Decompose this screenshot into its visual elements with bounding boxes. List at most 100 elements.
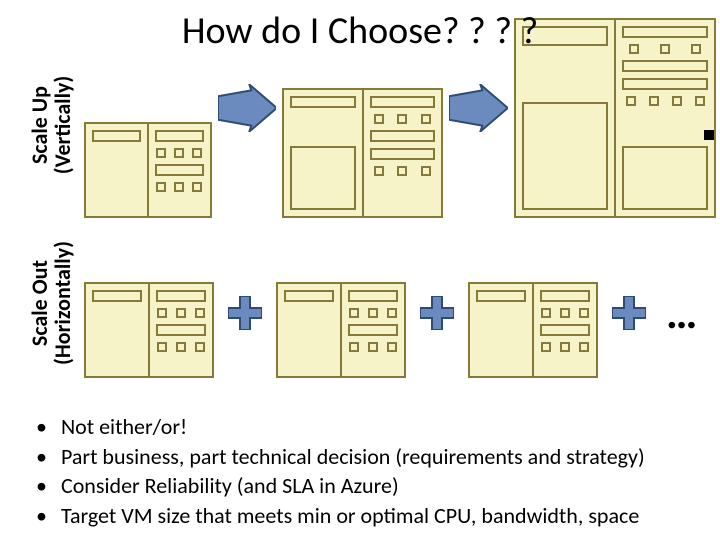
- list-item: Part business, part technical decision (…: [36, 442, 712, 472]
- server-small-1: [84, 122, 212, 218]
- drive-icon: [622, 146, 708, 210]
- port-row: [370, 166, 435, 176]
- port-icon: [560, 342, 570, 352]
- drive-icon: [155, 130, 204, 142]
- port-icon: [579, 308, 589, 318]
- server-panel-left: [86, 124, 149, 216]
- bullet-list: Not either/or! Part business, part techn…: [36, 412, 712, 531]
- port-icon: [174, 182, 184, 192]
- port-icon: [374, 114, 384, 124]
- axis-scale-up: Scale Up (Vertically): [28, 50, 74, 200]
- port-row: [156, 342, 206, 352]
- bullet-text: Consider Reliability (and SLA in Azure): [61, 471, 399, 501]
- server-panel-right: [534, 284, 596, 376]
- port-icon: [579, 342, 589, 352]
- port-icon: [192, 148, 202, 158]
- port-icon: [560, 308, 570, 318]
- server-panel-left: [284, 90, 363, 216]
- arrow-right-icon: [218, 84, 277, 132]
- port-icon: [541, 308, 551, 318]
- port-icon: [176, 342, 186, 352]
- drive-icon: [348, 324, 398, 336]
- port-icon: [374, 166, 384, 176]
- drive-icon: [92, 290, 142, 302]
- server-panel-left: [470, 284, 534, 376]
- bullet-text: Not either/or!: [61, 412, 187, 442]
- list-item: Target VM size that meets min or optimal…: [36, 501, 712, 531]
- server-medium: [282, 88, 443, 218]
- port-icon: [195, 308, 205, 318]
- port-icon: [157, 342, 167, 352]
- port-icon: [176, 308, 186, 318]
- server-panel-left: [278, 284, 342, 376]
- server-panel-right: [342, 284, 404, 376]
- bullet-text: Part business, part technical decision (…: [61, 442, 645, 472]
- drive-icon: [155, 164, 204, 176]
- drive-icon: [92, 130, 141, 142]
- row-scale-out: …: [84, 248, 716, 378]
- port-icon: [368, 308, 378, 318]
- port-row: [155, 182, 204, 192]
- server-small-c: [468, 282, 598, 378]
- drive-icon: [156, 324, 206, 336]
- drive-icon: [156, 290, 206, 302]
- server-panel-right: [150, 284, 212, 376]
- drive-icon: [476, 290, 526, 302]
- port-row: [155, 148, 204, 158]
- drive-icon: [370, 148, 435, 160]
- drive-icon: [540, 324, 590, 336]
- slide-title: How do I Choose? ? ? ?: [0, 0, 720, 54]
- port-row: [348, 342, 398, 352]
- port-icon: [397, 114, 407, 124]
- server-panel-right: [149, 124, 210, 216]
- stray-dot-icon: [704, 130, 714, 140]
- list-item: Consider Reliability (and SLA in Azure): [36, 471, 712, 501]
- port-icon: [695, 96, 705, 106]
- server-small-a: [84, 282, 214, 378]
- server-small-b: [276, 282, 406, 378]
- port-icon: [349, 342, 359, 352]
- port-icon: [156, 148, 166, 158]
- bullet-text: Target VM size that meets min or optimal…: [61, 501, 639, 531]
- port-icon: [368, 342, 378, 352]
- drive-icon: [348, 290, 398, 302]
- port-icon: [672, 96, 682, 106]
- drive-icon: [370, 130, 435, 142]
- drive-icon: [290, 96, 355, 108]
- drive-icon: [370, 96, 435, 108]
- port-icon: [157, 308, 167, 318]
- axis-scale-out: Scale Out (Horizontally): [28, 228, 74, 378]
- port-icon: [349, 308, 359, 318]
- port-icon: [421, 114, 431, 124]
- drive-icon: [622, 78, 708, 90]
- plus-icon: [612, 296, 646, 330]
- drive-icon: [540, 290, 590, 302]
- list-item: Not either/or!: [36, 412, 712, 442]
- port-icon: [195, 342, 205, 352]
- port-icon: [541, 342, 551, 352]
- port-row: [540, 342, 590, 352]
- port-icon: [174, 148, 184, 158]
- ellipsis-icon: …: [666, 286, 699, 340]
- port-icon: [397, 166, 407, 176]
- port-icon: [156, 182, 166, 192]
- axis-up-line2: (Vertically): [49, 76, 76, 175]
- drive-icon: [622, 60, 708, 72]
- port-icon: [626, 96, 636, 106]
- drive-icon: [290, 146, 355, 210]
- plus-icon: [420, 296, 454, 330]
- arrow-right-icon: [449, 84, 508, 132]
- port-row: [540, 308, 590, 318]
- plus-icon: [228, 296, 262, 330]
- port-row: [348, 308, 398, 318]
- server-panel-left: [86, 284, 150, 376]
- port-icon: [192, 182, 202, 192]
- port-icon: [421, 166, 431, 176]
- axis-out-line2: (Horizontally): [49, 241, 76, 365]
- drive-icon: [522, 102, 608, 210]
- port-row: [370, 114, 435, 124]
- port-icon: [387, 308, 397, 318]
- drive-icon: [284, 290, 334, 302]
- port-icon: [387, 342, 397, 352]
- server-panel-right: [364, 90, 441, 216]
